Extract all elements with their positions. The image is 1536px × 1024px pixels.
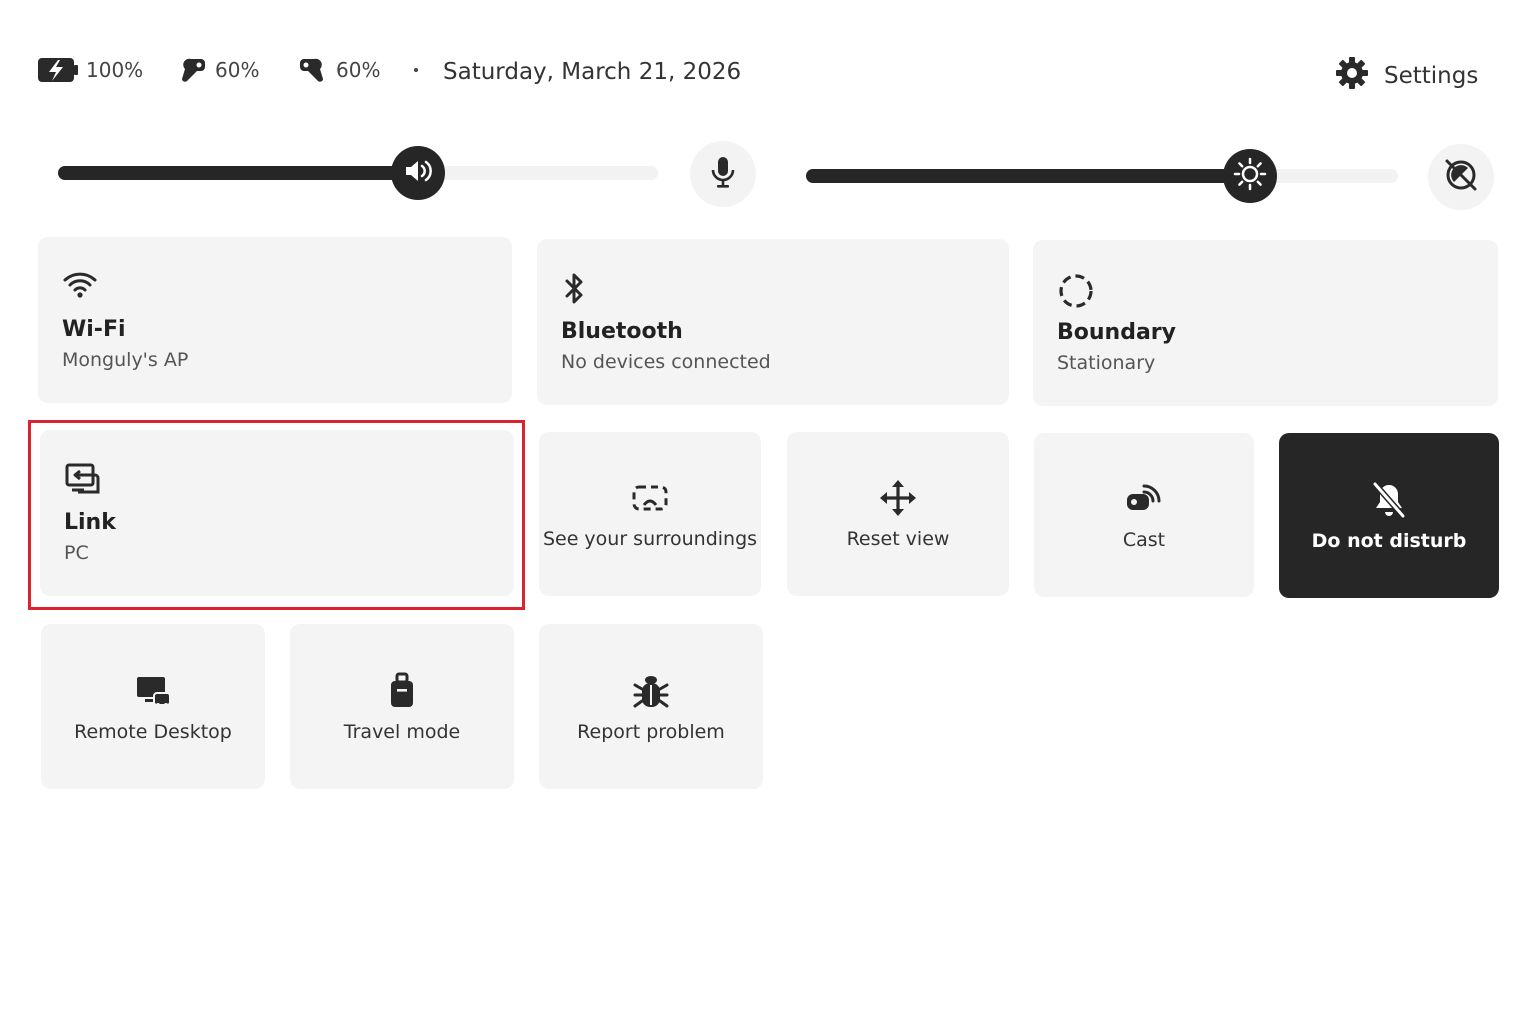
bluetooth-title: Bluetooth <box>561 319 683 344</box>
right-controller-battery-percent: 60% <box>336 58 381 82</box>
gear-icon <box>1334 55 1370 97</box>
volume-icon <box>403 158 433 188</box>
report-problem-tile[interactable]: Report problem <box>539 624 763 789</box>
reset-view-tile[interactable]: Reset view <box>787 432 1009 596</box>
see-surroundings-tile[interactable]: See your surroundings <box>539 432 761 596</box>
wifi-title: Wi-Fi <box>62 317 126 342</box>
right-controller-battery-status: 60% <box>296 52 380 88</box>
do-not-disturb-label: Do not disturb <box>1311 529 1467 552</box>
link-tile[interactable]: Link PC <box>40 430 514 596</box>
headset-battery-status: 100% <box>36 52 143 88</box>
move-icon <box>878 478 918 518</box>
link-device: PC <box>64 542 89 564</box>
do-not-disturb-tile[interactable]: Do not disturb <box>1279 433 1499 598</box>
brightness-slider-thumb[interactable] <box>1223 149 1277 203</box>
right-controller-icon <box>296 55 330 85</box>
travel-mode-label: Travel mode <box>343 720 461 743</box>
brightness-slider[interactable] <box>806 149 1398 203</box>
left-controller-icon <box>175 55 209 85</box>
volume-slider[interactable] <box>58 146 658 200</box>
surroundings-icon <box>630 478 670 518</box>
boundary-title: Boundary <box>1057 320 1176 345</box>
remote-desktop-label: Remote Desktop <box>74 720 232 743</box>
brightness-slider-fill <box>806 169 1250 183</box>
report-problem-label: Report problem <box>577 720 725 743</box>
battery-charging-icon <box>36 55 80 85</box>
luggage-icon <box>387 671 417 711</box>
separator-dot <box>414 68 418 72</box>
volume-slider-thumb[interactable] <box>391 146 445 200</box>
reset-view-label: Reset view <box>846 528 950 550</box>
bell-off-icon <box>1369 480 1409 520</box>
bluetooth-status: No devices connected <box>561 351 771 373</box>
passthrough-off-icon <box>1442 156 1480 198</box>
bluetooth-icon <box>561 271 589 311</box>
settings-label: Settings <box>1384 63 1479 89</box>
wifi-icon <box>62 269 98 303</box>
sun-icon <box>1233 157 1267 195</box>
boundary-tile[interactable]: Boundary Stationary <box>1033 240 1498 406</box>
microphone-button[interactable] <box>690 141 756 207</box>
remote-desktop-icon <box>133 671 173 711</box>
wifi-tile[interactable]: Wi-Fi Monguly's AP <box>38 237 512 403</box>
cast-label: Cast <box>1122 529 1166 551</box>
bug-icon <box>632 671 670 711</box>
cast-icon <box>1124 479 1164 519</box>
date-label: Saturday, March 21, 2026 <box>443 59 742 85</box>
left-controller-battery-percent: 60% <box>215 58 260 82</box>
link-title: Link <box>64 510 116 535</box>
boundary-icon <box>1057 272 1095 314</box>
microphone-icon <box>709 155 737 193</box>
link-icon <box>64 462 102 502</box>
wifi-network-name: Monguly's AP <box>62 349 189 371</box>
headset-battery-percent: 100% <box>86 58 144 82</box>
cast-tile[interactable]: Cast <box>1034 433 1254 597</box>
boundary-mode: Stationary <box>1057 352 1156 374</box>
volume-slider-fill <box>58 166 418 180</box>
passthrough-button[interactable] <box>1428 144 1494 210</box>
settings-button[interactable]: Settings <box>1334 54 1478 98</box>
left-controller-battery-status: 60% <box>175 52 259 88</box>
remote-desktop-tile[interactable]: Remote Desktop <box>41 624 265 789</box>
bluetooth-tile[interactable]: Bluetooth No devices connected <box>537 239 1009 405</box>
travel-mode-tile[interactable]: Travel mode <box>290 624 514 789</box>
see-surroundings-label: See your surroundings <box>542 528 758 550</box>
